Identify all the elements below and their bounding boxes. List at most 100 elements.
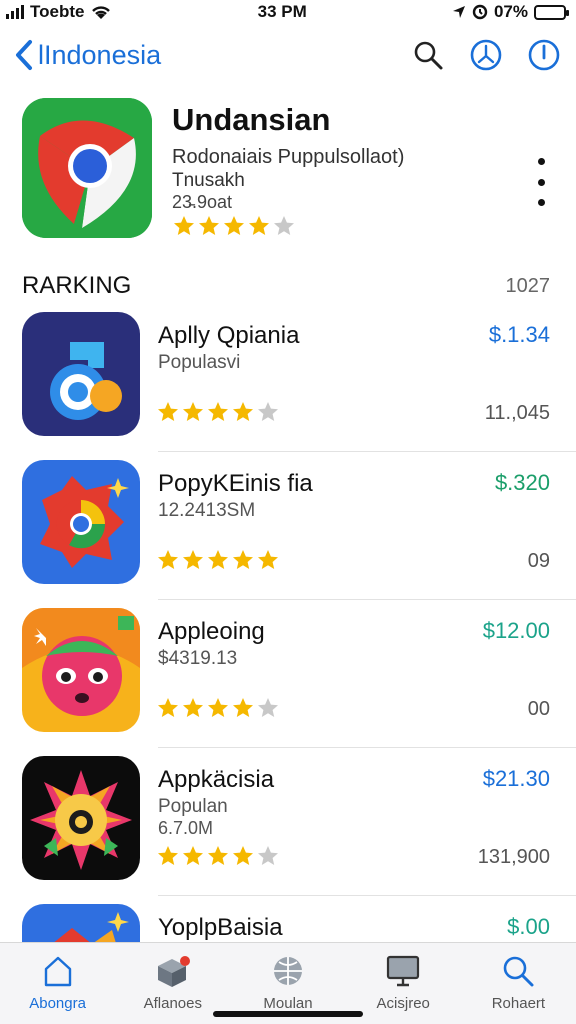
- search-button[interactable]: [410, 37, 446, 73]
- star-filled-icon: [158, 402, 178, 421]
- star-filled-icon: [183, 550, 203, 569]
- clock-icon: [470, 39, 502, 71]
- chrome-app-icon: [22, 98, 152, 238]
- star-filled-icon: [158, 550, 178, 569]
- star-empty-icon: [258, 698, 278, 717]
- app-category: Populan: [158, 796, 228, 817]
- tab-label: Abongra: [29, 995, 86, 1012]
- app-name: Appkäcisia: [158, 766, 275, 793]
- star-filled-icon: [233, 402, 253, 421]
- alarm-icon: [472, 4, 488, 20]
- app-name: PopyKEinis fia: [158, 470, 313, 497]
- search-icon: [498, 951, 538, 991]
- star-filled-icon: [158, 846, 178, 865]
- ranking-count: 1027: [505, 274, 551, 297]
- app-rating-count: 00: [527, 698, 550, 720]
- app-rating-count: 09: [527, 550, 550, 572]
- star-filled-icon: [183, 846, 203, 865]
- star-filled-icon: [233, 698, 253, 717]
- battery-icon: [533, 4, 569, 20]
- carrier-label: Toebte: [30, 2, 85, 21]
- app-rating-count: 11.,045: [484, 402, 550, 424]
- status-bar: Toebte 33 PM 07%: [0, 0, 576, 24]
- power-icon: [528, 39, 560, 71]
- app-category: Populasvi: [158, 352, 241, 373]
- tab-desktop[interactable]: Acisjreo: [346, 943, 461, 1024]
- home-icon: [38, 951, 78, 991]
- featured-app[interactable]: Undansian Rodonaiais Puppulsollaot) Tnus…: [22, 98, 554, 242]
- tab-label: Aflanoes: [143, 995, 202, 1012]
- app-price[interactable]: $.1.34: [489, 322, 550, 348]
- app-price[interactable]: $21.30: [483, 766, 550, 792]
- tab-home[interactable]: Abongra: [0, 943, 115, 1024]
- monitor-icon: [383, 951, 423, 991]
- list-item[interactable]: Appleoing $4319.13 $12.00 00: [0, 608, 576, 756]
- star-filled-icon: [183, 698, 203, 717]
- star-filled-icon: [199, 216, 219, 235]
- search-icon: [414, 41, 443, 70]
- app-rating-count: 131,900: [477, 846, 550, 868]
- status-left: Toebte: [6, 2, 112, 22]
- nav-actions: [410, 37, 562, 73]
- featured-rating-count: 23̵.9oat: [172, 192, 233, 212]
- app-price[interactable]: $12.00: [483, 618, 550, 644]
- ranking-title: RARKING: [22, 272, 132, 299]
- app-category: 12.2413SM: [158, 500, 256, 521]
- flower-app-icon: [22, 756, 140, 880]
- chevron-left-icon: [16, 40, 32, 70]
- app-name: Appleoing: [158, 618, 265, 645]
- app-name: Aplly Qpiania: [158, 322, 300, 349]
- list-item[interactable]: Aplly Qpiania Populasvi $.1.34 11.,045: [0, 312, 576, 460]
- star-filled-icon: [249, 216, 269, 235]
- wifi-icon: [92, 6, 111, 19]
- list-item[interactable]: Appkäcisia Populan 6.7.0M $21.30 131,900: [0, 756, 576, 904]
- power-button[interactable]: [526, 37, 562, 73]
- star-filled-icon: [208, 402, 228, 421]
- signal-icon: [6, 5, 24, 19]
- featured-subtitle: Rodonaiais Puppulsollaot): [172, 146, 405, 168]
- star-filled-icon: [208, 550, 228, 569]
- tab-label: Rohaert: [491, 995, 546, 1012]
- box-icon: [153, 951, 193, 991]
- star-filled-icon: [183, 402, 203, 421]
- star-filled-icon: [208, 698, 228, 717]
- game-app-icon: [22, 608, 140, 732]
- app-downloads: 6.7.0M: [158, 818, 214, 838]
- star-filled-icon: [208, 846, 228, 865]
- tab-label: Acisjreo: [376, 995, 430, 1012]
- rating-stars: [156, 400, 280, 424]
- tab-search[interactable]: Rohaert: [461, 943, 576, 1024]
- globe-icon: [268, 951, 308, 991]
- star-empty-icon: [258, 402, 278, 421]
- status-time: 33 PM: [257, 2, 307, 21]
- tab-label: Moulan: [263, 995, 313, 1012]
- featured-rating-stars: [172, 214, 296, 238]
- browser-app-icon: [22, 460, 140, 584]
- star-filled-icon: [233, 550, 253, 569]
- battery-percent: 07%: [493, 2, 528, 21]
- star-empty-icon: [258, 846, 278, 865]
- star-filled-icon: [158, 698, 178, 717]
- clock-button[interactable]: [468, 37, 504, 73]
- status-right: 07%: [452, 2, 569, 22]
- app-price[interactable]: $.320: [495, 470, 550, 496]
- app-name: YoplpBaisia: [158, 914, 283, 941]
- star-filled-icon: [174, 216, 194, 235]
- rating-stars: [156, 548, 280, 572]
- back-button[interactable]: lIndonesia: [14, 39, 161, 71]
- ranking-list: Aplly Qpiania Populasvi $.1.34 11.,045 P…: [0, 312, 576, 1024]
- ranking-header: RARKING 1027: [22, 272, 550, 300]
- home-indicator[interactable]: [213, 1011, 363, 1017]
- location-icon: [452, 6, 465, 18]
- featured-subtitle-2: Tnusakh: [172, 170, 245, 191]
- app-price[interactable]: $.00: [507, 914, 550, 940]
- star-filled-icon: [233, 846, 253, 865]
- music-app-icon: [22, 312, 140, 436]
- star-empty-icon: [274, 216, 294, 235]
- star-filled-icon: [224, 216, 244, 235]
- rating-stars: [156, 844, 280, 868]
- list-item[interactable]: PopyKEinis fia 12.2413SM $.320 09: [0, 460, 576, 608]
- more-options-button[interactable]: [528, 158, 554, 206]
- star-filled-icon: [258, 550, 278, 569]
- back-label: lIndonesia: [38, 39, 162, 70]
